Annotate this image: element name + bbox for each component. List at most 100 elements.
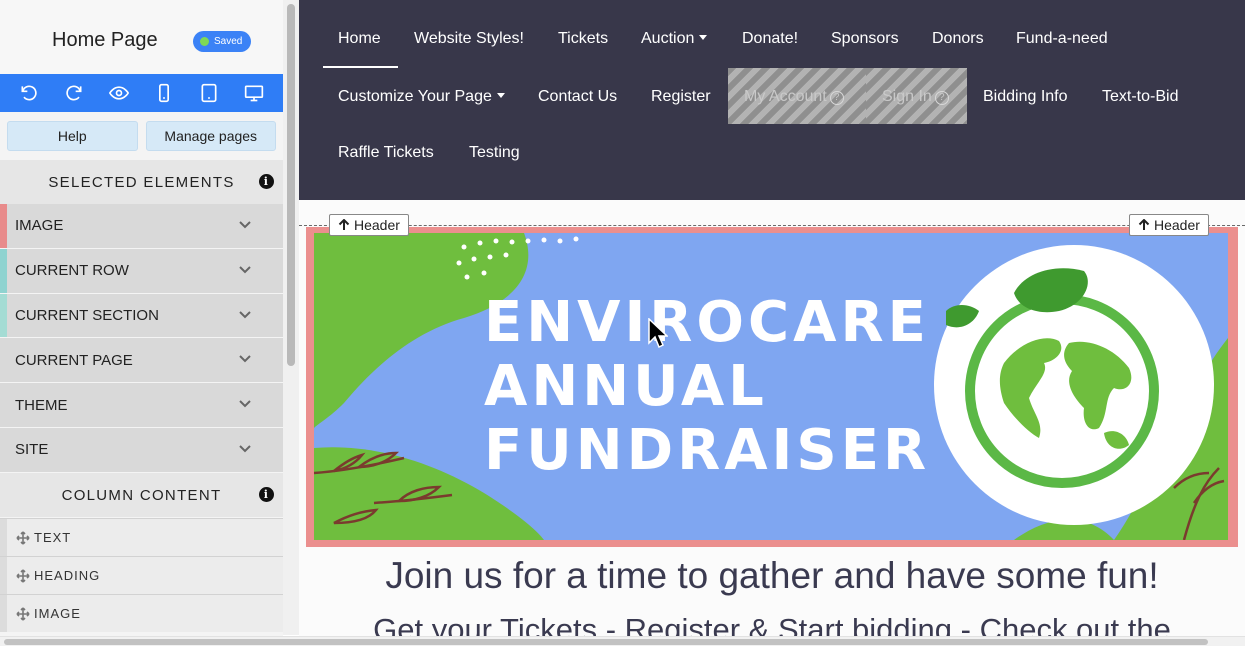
editor-sidebar: Home Page Saved Help Manage pages SELECT… xyxy=(0,0,283,646)
selection-stripe xyxy=(0,338,7,383)
info-icon[interactable]: i xyxy=(259,487,274,502)
tablet-icon xyxy=(201,83,217,103)
nav-raffle-tickets[interactable]: Raffle Tickets xyxy=(338,144,434,162)
nav-register[interactable]: Register xyxy=(651,88,711,106)
site-navbar: Home Website Styles! Tickets Auction Don… xyxy=(299,0,1245,200)
accordion-item-current-section[interactable]: CURRENT SECTION xyxy=(0,293,283,339)
page-canvas: Home Website Styles! Tickets Auction Don… xyxy=(299,0,1245,646)
fundraiser-banner-image[interactable]: ENVIROCARE ANNUAL FUNDRAISER xyxy=(314,233,1228,540)
sidebar-scrollbar[interactable] xyxy=(283,0,299,635)
chevron-down-icon xyxy=(239,307,251,319)
saved-dot-icon xyxy=(200,37,209,46)
nav-text-to-bid[interactable]: Text-to-Bid xyxy=(1102,88,1178,106)
item-stripe xyxy=(0,595,7,632)
column-content-item-label: IMAGE xyxy=(34,606,81,621)
drag-move-icon[interactable] xyxy=(16,607,30,621)
nav-bidding-info[interactable]: Bidding Info xyxy=(983,88,1068,106)
nav-tickets[interactable]: Tickets xyxy=(558,30,608,48)
column-content-item-label: HEADING xyxy=(34,568,101,583)
horizontal-scrollbar[interactable] xyxy=(0,636,1245,646)
desktop-icon xyxy=(245,85,264,102)
nav-sign-in-label: Sign In xyxy=(882,88,932,105)
nav-contact-us[interactable]: Contact Us xyxy=(538,88,617,106)
nav-customize-your-page[interactable]: Customize Your Page xyxy=(338,88,505,106)
page-title: Home Page xyxy=(52,29,158,51)
drag-move-icon[interactable] xyxy=(16,531,30,545)
selection-stripe xyxy=(0,204,7,248)
accordion-label: CURRENT SECTION xyxy=(15,306,159,324)
nav-donate[interactable]: Donate! xyxy=(742,30,798,48)
tablet-view-button[interactable] xyxy=(196,80,222,106)
nav-home[interactable]: Home xyxy=(338,30,381,48)
desktop-view-button[interactable] xyxy=(241,80,267,106)
question-icon: ? xyxy=(934,91,949,105)
saved-badge-label: Saved xyxy=(214,36,243,47)
selection-stripe xyxy=(0,293,7,338)
column-content-heading: COLUMN CONTENT i xyxy=(0,473,283,517)
accordion-item-current-page[interactable]: CURRENT PAGE xyxy=(0,338,283,384)
undo-button[interactable] xyxy=(16,80,42,106)
eye-icon xyxy=(108,86,129,100)
mobile-icon xyxy=(159,83,170,103)
info-icon[interactable]: i xyxy=(259,174,274,189)
preview-button[interactable] xyxy=(106,80,132,106)
help-row: Help Manage pages xyxy=(0,112,283,160)
manage-pages-button[interactable]: Manage pages xyxy=(145,121,276,151)
nav-website-styles[interactable]: Website Styles! xyxy=(414,30,524,48)
nav-sponsors[interactable]: Sponsors xyxy=(831,30,899,48)
banner-line-1: ENVIROCARE xyxy=(484,290,930,355)
item-stripe xyxy=(0,519,7,556)
nav-donors[interactable]: Donors xyxy=(932,30,984,48)
column-content-label: COLUMN CONTENT xyxy=(61,486,222,504)
drag-move-icon[interactable] xyxy=(16,569,30,583)
accordion-item-image[interactable]: IMAGE xyxy=(0,204,283,249)
chevron-down-icon xyxy=(239,217,251,229)
mobile-view-button[interactable] xyxy=(151,80,177,106)
selection-stripe xyxy=(0,248,7,293)
sidebar-scrollbar-thumb[interactable] xyxy=(287,4,295,366)
arrow-up-icon xyxy=(338,219,350,230)
accordion-label: SITE xyxy=(15,441,49,459)
redo-icon xyxy=(66,85,82,101)
undo-icon xyxy=(21,85,37,101)
column-content-item-heading[interactable]: HEADING xyxy=(0,556,283,594)
accordion-item-current-row[interactable]: CURRENT ROW xyxy=(0,248,283,294)
nav-fund-a-need[interactable]: Fund-a-need xyxy=(1016,30,1108,48)
nav-auction-label: Auction xyxy=(641,30,695,47)
saved-status-badge: Saved xyxy=(193,31,251,52)
horizontal-scrollbar-thumb[interactable] xyxy=(4,639,1208,645)
column-content-item-image[interactable]: IMAGE xyxy=(0,594,283,632)
header-tag-label: Header xyxy=(1154,217,1200,233)
accordion-label: IMAGE xyxy=(15,217,64,235)
nav-testing[interactable]: Testing xyxy=(469,144,520,162)
accordion-label: CURRENT PAGE xyxy=(15,351,133,369)
accordion-item-theme[interactable]: THEME xyxy=(0,383,283,428)
caret-down-icon xyxy=(496,93,505,98)
header-tag-label: Header xyxy=(354,217,400,233)
selection-stripe xyxy=(0,427,7,472)
nav-customize-label: Customize Your Page xyxy=(338,88,492,105)
nav-sign-in[interactable]: Sign In? xyxy=(882,88,949,106)
selected-image-outline[interactable]: ENVIROCARE ANNUAL FUNDRAISER xyxy=(306,227,1238,547)
editor-toolbar xyxy=(0,74,283,112)
selected-elements-accordion: IMAGE CURRENT ROW CURRENT SECTION CURREN… xyxy=(0,204,283,473)
accordion-item-site[interactable]: SITE xyxy=(0,427,283,473)
section-boundary xyxy=(299,225,1245,226)
redo-button[interactable] xyxy=(61,80,87,106)
selection-stripe xyxy=(0,383,7,427)
selected-elements-label: SELECTED ELEMENTS xyxy=(48,173,235,191)
column-content-item-text[interactable]: TEXT xyxy=(0,518,283,556)
nav-my-account-label: My Account xyxy=(744,88,827,105)
sidebar-header: Home Page Saved xyxy=(0,0,283,74)
header-tag-left[interactable]: Header xyxy=(329,214,409,236)
column-content-list: TEXT HEADING IMAGE xyxy=(0,518,283,632)
help-button[interactable]: Help xyxy=(7,121,138,151)
accordion-label: CURRENT ROW xyxy=(15,262,129,280)
mouse-cursor-icon xyxy=(648,318,668,349)
nav-my-account[interactable]: My Account? xyxy=(744,88,844,106)
header-tag-right[interactable]: Header xyxy=(1129,214,1209,236)
nav-auction[interactable]: Auction xyxy=(641,30,708,48)
content-headline[interactable]: Join us for a time to gather and have so… xyxy=(299,555,1245,597)
chevron-down-icon xyxy=(239,396,251,408)
banner-line-2: ANNUAL xyxy=(484,354,768,419)
